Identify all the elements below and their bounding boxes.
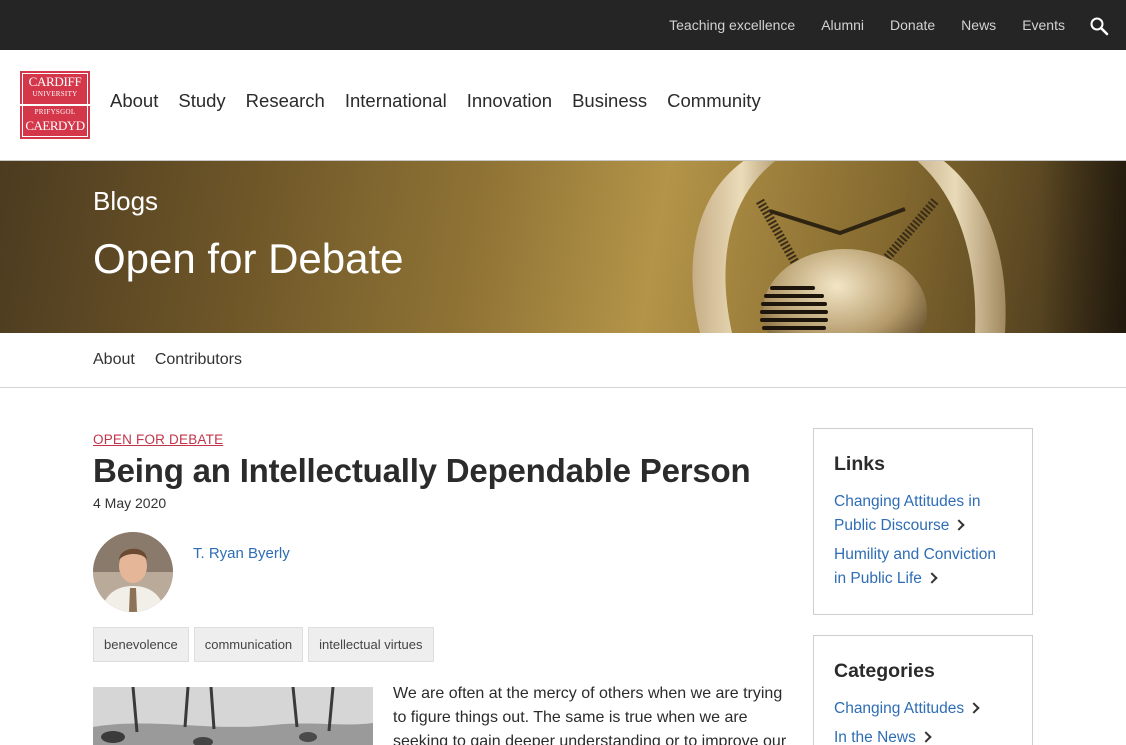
sidebar-links-heading: Links [834, 453, 885, 475]
tag-benevolence[interactable]: benevolence [93, 627, 189, 662]
utility-link-news[interactable]: News [961, 17, 996, 33]
chevron-right-icon [968, 702, 980, 714]
sidebar-links-box: Links Changing Attitudes in Public Disco… [813, 428, 1033, 615]
logo-text-line-4: CAERDYD [25, 118, 85, 133]
post-body-text: We are often at the mercy of others when… [393, 685, 787, 745]
utility-bar: Teaching excellence Alumni Donate News E… [0, 0, 1126, 50]
nav-item-community[interactable]: Community [667, 90, 761, 112]
logo-text-line-2: UNIVERSITY [32, 90, 78, 98]
search-icon[interactable] [1089, 16, 1109, 36]
author-avatar [93, 532, 173, 612]
post-featured-image [93, 687, 373, 745]
chevron-right-icon [920, 731, 932, 743]
utility-link-teaching[interactable]: Teaching excellence [669, 17, 795, 33]
logo-text-line-1: CARDIFF [28, 74, 82, 89]
post-date: 4 May 2020 [93, 495, 167, 511]
sidebar-link-humility-conviction[interactable]: Humility and Conviction in Public Life [834, 546, 996, 587]
nav-item-study[interactable]: Study [178, 90, 225, 112]
sidebar-link-label: Humility and Conviction in Public Life [834, 546, 996, 587]
sidebar-categories-heading: Categories [834, 660, 935, 682]
university-logo[interactable]: CARDIFF UNIVERSITY PRIFYSGOL CAERDYD [20, 71, 90, 139]
tag-communication[interactable]: communication [193, 627, 304, 662]
sidebar-links-list: Changing Attitudes in Public Discourse H… [834, 490, 1012, 591]
main-header: CARDIFF UNIVERSITY PRIFYSGOL CAERDYD Abo… [0, 50, 1126, 161]
nav-item-business[interactable]: Business [572, 90, 647, 112]
category-link-label: In the News [834, 729, 916, 745]
utility-link-events[interactable]: Events [1022, 17, 1065, 33]
hero-supertitle: Blogs [93, 186, 159, 216]
logo-text-line-3: PRIFYSGOL [34, 108, 76, 116]
primary-nav: About Study Research International Innov… [110, 50, 761, 152]
subnav-item-about[interactable]: About [93, 351, 135, 369]
post-tags: benevolence communication intellectual v… [93, 627, 434, 662]
sidebar-categories-list: Changing Attitudes In the News [834, 697, 1012, 745]
chevron-right-icon [926, 572, 938, 584]
subnav-links: About Contributors [93, 333, 242, 387]
nav-item-innovation[interactable]: Innovation [467, 90, 552, 112]
sidebar-categories-box: Categories Changing Attitudes In the New… [813, 635, 1033, 745]
blog-hero-banner: Blogs Open for Debate [0, 161, 1126, 333]
utility-link-alumni[interactable]: Alumni [821, 17, 864, 33]
logo-divider [20, 104, 90, 106]
author-photo [93, 532, 173, 612]
post-category-link[interactable]: OPEN FOR DEBATE [93, 432, 223, 447]
list-item: Changing Attitudes in Public Discourse [834, 490, 1012, 538]
tag-intellectual-virtues[interactable]: intellectual virtues [308, 627, 434, 662]
nav-item-research[interactable]: Research [246, 90, 325, 112]
list-item: Humility and Conviction in Public Life [834, 543, 1012, 591]
category-link-in-the-news[interactable]: In the News [834, 729, 932, 745]
nav-item-about[interactable]: About [110, 90, 158, 112]
blog-title: Open for Debate [93, 235, 404, 282]
list-item: In the News [834, 726, 1012, 745]
category-link-label: Changing Attitudes [834, 700, 965, 717]
sidebar-link-changing-attitudes-public-discourse[interactable]: Changing Attitudes in Public Discourse [834, 493, 981, 534]
author-link[interactable]: T. Ryan Byerly [193, 545, 290, 562]
forest-photo [93, 687, 373, 745]
utility-links: Teaching excellence Alumni Donate News E… [669, 0, 1065, 50]
subnav-item-contributors[interactable]: Contributors [155, 351, 242, 369]
blog-subnav: About Contributors [0, 333, 1126, 388]
utility-link-donate[interactable]: Donate [890, 17, 935, 33]
nav-item-international[interactable]: International [345, 90, 447, 112]
post-title: Being an Intellectually Dependable Perso… [93, 452, 751, 489]
list-item: Changing Attitudes [834, 697, 1012, 721]
chevron-right-icon [953, 519, 966, 531]
category-link-changing-attitudes[interactable]: Changing Attitudes [834, 700, 980, 717]
